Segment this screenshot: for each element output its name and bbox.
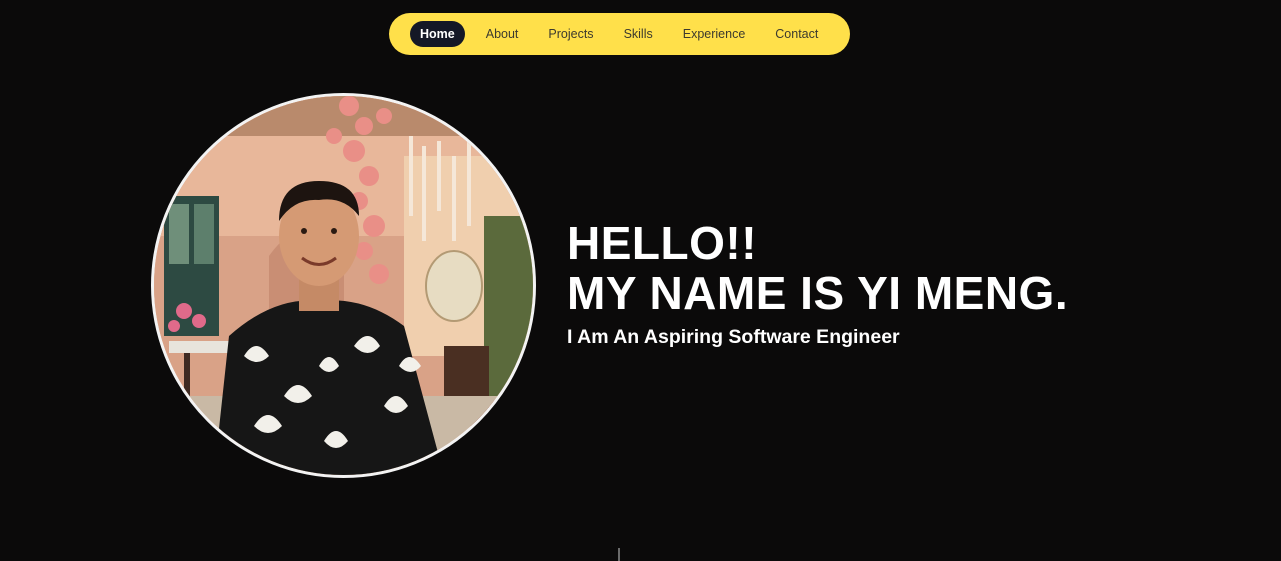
hero-greeting: HELLO!! — [567, 217, 758, 269]
page: Home About Projects Skills Experience Co… — [0, 0, 1281, 561]
top-nav: Home About Projects Skills Experience Co… — [389, 13, 850, 55]
profile-photo — [151, 93, 536, 478]
hero-subtitle: I Am An Aspiring Software Engineer — [567, 326, 900, 348]
hero-name: MY NAME IS YI MENG. — [567, 267, 1069, 319]
hero-text: HELLO!! MY NAME IS YI MENG. I Am An Aspi… — [567, 218, 1068, 349]
nav-item-experience[interactable]: Experience — [673, 21, 756, 47]
nav-item-skills[interactable]: Skills — [614, 21, 663, 47]
nav-item-contact[interactable]: Contact — [765, 21, 828, 47]
nav-item-projects[interactable]: Projects — [538, 21, 603, 47]
nav-item-about[interactable]: About — [476, 21, 529, 47]
nav-item-home[interactable]: Home — [410, 21, 465, 47]
scroll-indicator — [618, 548, 620, 561]
